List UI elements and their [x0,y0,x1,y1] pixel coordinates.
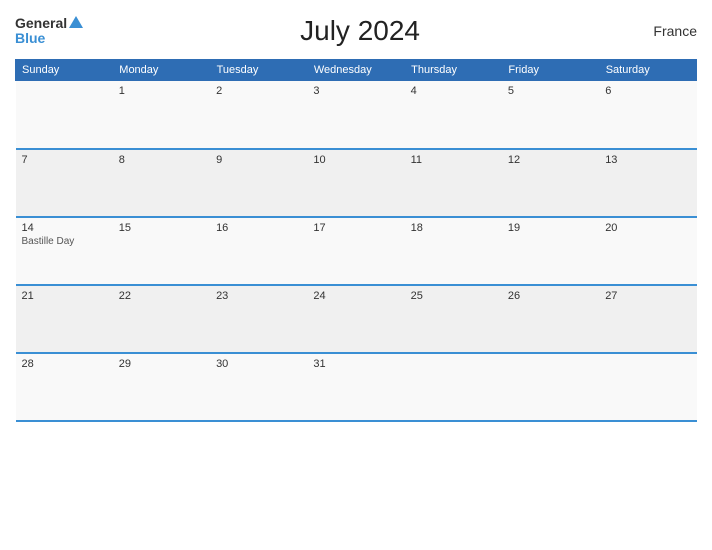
day-number: 18 [411,222,496,234]
day-number: 24 [313,290,398,302]
calendar-cell: 2 [210,81,307,149]
calendar-cell: 14 Bastille Day [16,217,113,285]
day-number: 16 [216,222,301,234]
logo-block: General Blue [15,16,83,47]
calendar-cell [502,353,599,421]
calendar-week-row: 14 Bastille Day 15 16 17 18 19 20 [16,217,697,285]
day-number: 17 [313,222,398,234]
calendar-cell: 4 [405,81,502,149]
day-number: 21 [22,290,107,302]
calendar-week-row: 28 29 30 31 [16,353,697,421]
logo-row1: General [15,16,83,31]
calendar-cell: 23 [210,285,307,353]
day-number: 23 [216,290,301,302]
calendar-cell [16,81,113,149]
calendar-cell: 7 [16,149,113,217]
day-number: 26 [508,290,593,302]
calendar-cell: 16 [210,217,307,285]
logo-triangle-icon [69,16,83,28]
day-number: 9 [216,154,301,166]
calendar-cell: 1 [113,81,210,149]
day-number: 1 [119,85,204,97]
calendar-cell: 19 [502,217,599,285]
day-number: 2 [216,85,301,97]
calendar-cell: 18 [405,217,502,285]
day-number: 3 [313,85,398,97]
day-number: 29 [119,358,204,370]
calendar-week-row: 789 10 11 12 13 [16,149,697,217]
day-number: 31 [313,358,398,370]
calendar-cell: 11 [405,149,502,217]
day-number: 5 [508,85,593,97]
weekday-monday: Monday [113,60,210,81]
logo-general-text: General [15,16,67,31]
calendar-cell: 20 [599,217,696,285]
calendar-body: 1234567891011121314Bastille Day151617181… [16,81,697,421]
calendar-cell: 5 [502,81,599,149]
weekday-sunday: Sunday [16,60,113,81]
day-number: 19 [508,222,593,234]
logo-blue-text: Blue [15,31,83,46]
day-number: 27 [605,290,690,302]
calendar-page: General Blue July 2024 France Sunday Mon… [0,0,712,550]
day-number: 13 [605,154,690,166]
day-number: 6 [605,85,690,97]
calendar-cell: 31 [307,353,404,421]
calendar-cell: 26 [502,285,599,353]
calendar-cell: 12 [502,149,599,217]
weekday-wednesday: Wednesday [307,60,404,81]
calendar-cell: 22 [113,285,210,353]
weekday-thursday: Thursday [405,60,502,81]
calendar-cell: 27 [599,285,696,353]
weekday-row: Sunday Monday Tuesday Wednesday Thursday… [16,60,697,81]
day-number: 12 [508,154,593,166]
weekday-saturday: Saturday [599,60,696,81]
day-number: 15 [119,222,204,234]
day-number: 14 [22,222,107,234]
calendar-week-row: 123 456 [16,81,697,149]
calendar-cell: 13 [599,149,696,217]
calendar-cell: 21 [16,285,113,353]
day-number: 28 [22,358,107,370]
calendar-cell: 25 [405,285,502,353]
calendar-cell: 10 [307,149,404,217]
calendar-cell: 29 [113,353,210,421]
calendar-cell: 24 [307,285,404,353]
day-event: Bastille Day [22,236,107,247]
calendar-cell [599,353,696,421]
day-number: 22 [119,290,204,302]
day-number: 30 [216,358,301,370]
logo: General Blue [15,16,83,47]
calendar-country: France [637,23,697,39]
weekday-tuesday: Tuesday [210,60,307,81]
day-number: 10 [313,154,398,166]
day-number: 11 [411,154,496,166]
calendar-cell: 28 [16,353,113,421]
calendar-cell [405,353,502,421]
calendar-header-row: Sunday Monday Tuesday Wednesday Thursday… [16,60,697,81]
weekday-friday: Friday [502,60,599,81]
day-number: 25 [411,290,496,302]
calendar-cell: 9 [210,149,307,217]
calendar-cell: 6 [599,81,696,149]
calendar-header: General Blue July 2024 France [15,10,697,55]
calendar-title: July 2024 [83,15,637,47]
calendar-cell: 15 [113,217,210,285]
calendar-cell: 17 [307,217,404,285]
day-number: 4 [411,85,496,97]
calendar-cell: 8 [113,149,210,217]
calendar-cell: 3 [307,81,404,149]
day-number: 8 [119,154,204,166]
calendar-week-row: 21 22 23 24 25 26 27 [16,285,697,353]
day-number: 7 [22,154,107,166]
day-number: 20 [605,222,690,234]
calendar-cell: 30 [210,353,307,421]
calendar-table: Sunday Monday Tuesday Wednesday Thursday… [15,59,697,422]
